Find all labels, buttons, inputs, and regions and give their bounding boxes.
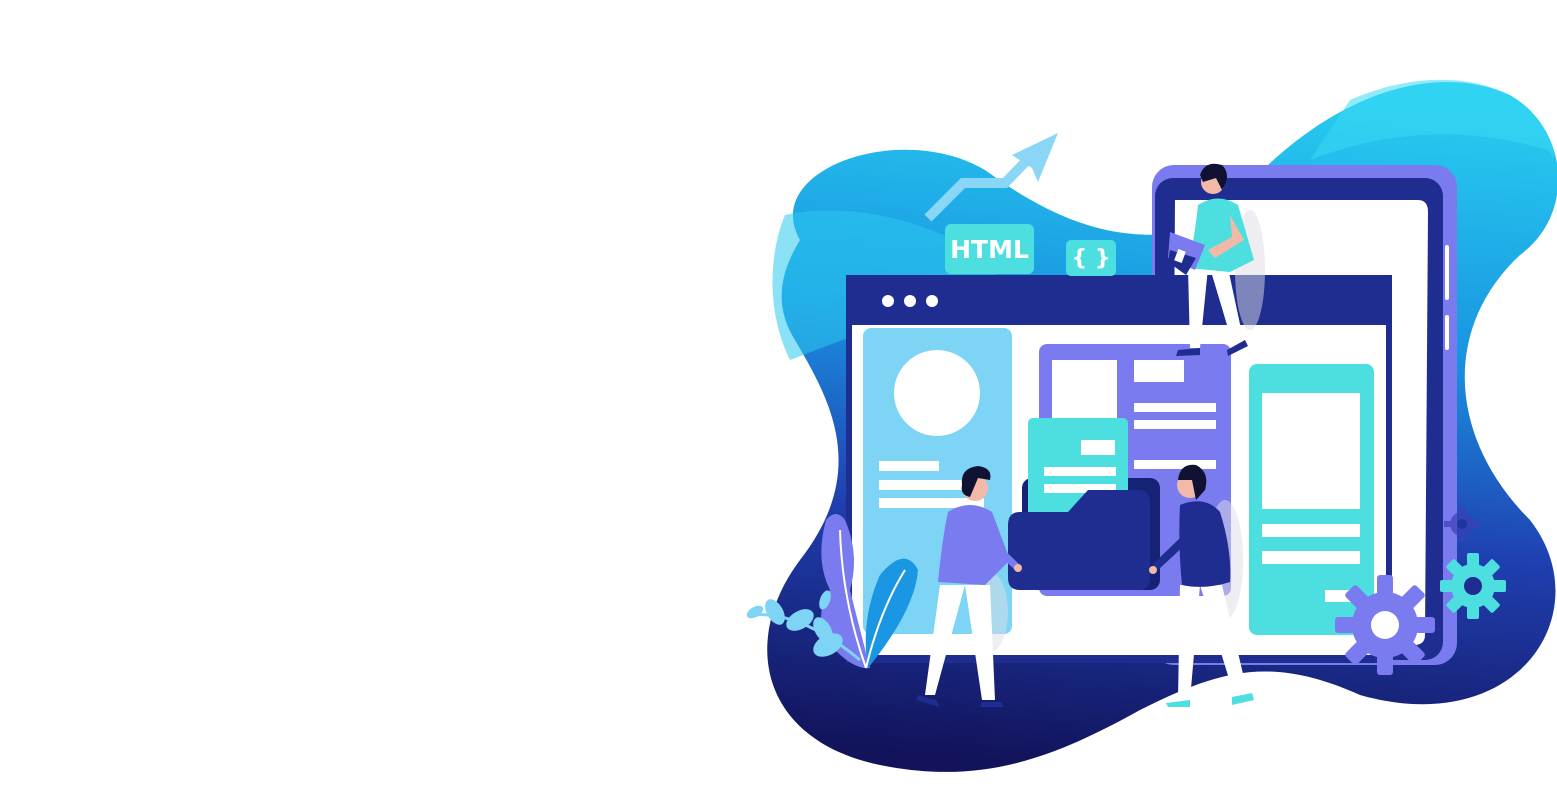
window-dots-icon [882, 295, 938, 307]
avatar-placeholder [894, 350, 980, 436]
braces-tag: { } [1066, 240, 1116, 276]
hero-illustration: HTML { } [746, 79, 1557, 772]
braces-tag-label: { } [1072, 246, 1111, 271]
html-tag: HTML [945, 224, 1034, 274]
small-gear-icon [1440, 553, 1506, 619]
gear-icon [1335, 575, 1435, 675]
html-tag-label: HTML [950, 235, 1029, 264]
